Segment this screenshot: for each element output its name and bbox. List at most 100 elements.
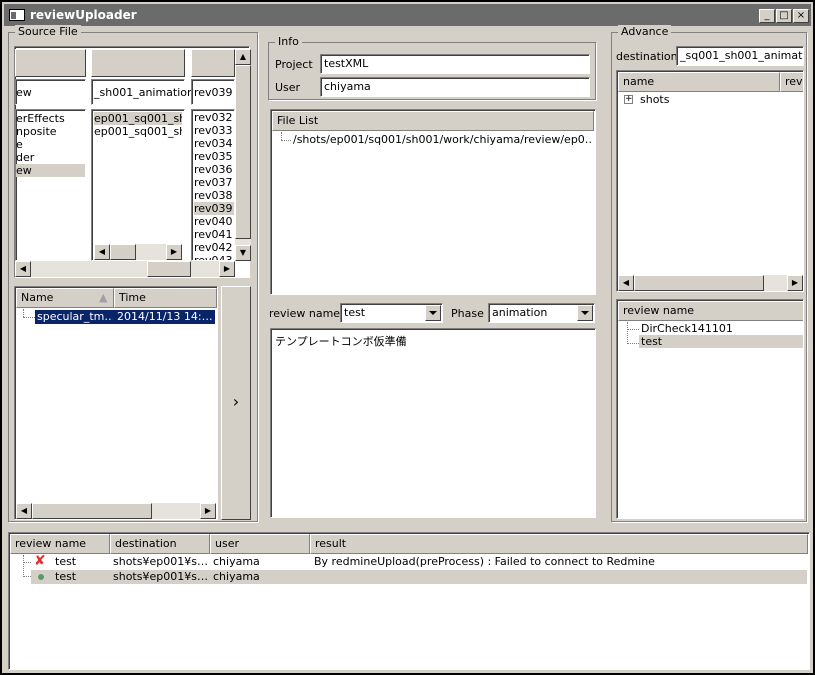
list-item[interactable]: rev042 <box>194 241 233 254</box>
table-row[interactable]: ✘ test shots¥ep001¥s… chiyama By redmine… <box>31 554 807 569</box>
list-item[interactable]: DirCheck141101 <box>641 322 733 335</box>
tree-connector <box>281 132 282 140</box>
scroll-left-icon[interactable]: ◀ <box>16 503 32 519</box>
review-name-combo[interactable]: test <box>340 303 443 323</box>
column-header-label: Name <box>21 291 54 304</box>
project-field[interactable]: testXML <box>320 54 590 74</box>
list-item[interactable]: e <box>16 138 85 151</box>
tree-connector <box>23 555 24 577</box>
list-item[interactable]: ep001_sq001_sh001 <box>94 125 182 138</box>
list-item[interactable]: rev038 <box>194 189 233 202</box>
tree-connector <box>23 309 24 317</box>
list-item[interactable]: rev037 <box>194 176 233 189</box>
browser-vscrollbar[interactable]: ▲ ▼ <box>235 49 251 261</box>
scroll-down-icon[interactable]: ▼ <box>235 245 251 261</box>
list-item[interactable]: /shots/ep001/sq001/sh001/work/chiyama/re… <box>293 133 593 146</box>
destination-hscrollbar[interactable]: ◀ ▶ <box>618 275 803 291</box>
review-name-value: test <box>344 306 366 319</box>
scroll-thumb[interactable] <box>32 503 152 519</box>
browser-hscrollbar[interactable]: ◀ ▶ <box>15 261 235 277</box>
list-item[interactable]: rev034 <box>194 137 233 150</box>
scroll-right-icon[interactable]: ▶ <box>200 503 216 519</box>
scroll-up-icon[interactable]: ▲ <box>235 49 251 65</box>
column-header-destination[interactable]: destination <box>110 534 210 554</box>
result-user: chiyama <box>213 570 260 583</box>
column-browser: ew erEffects nposite e der ew _sh001_ani… <box>14 46 251 278</box>
col1-path[interactable]: ew <box>15 79 86 105</box>
destination-field[interactable]: _sq001_sh001_animation <box>676 46 804 66</box>
list-item[interactable]: erEffects <box>16 112 85 125</box>
scroll-right-icon[interactable]: ▶ <box>166 244 182 260</box>
col2-hscrollbar[interactable]: ◀ ▶ <box>94 244 182 260</box>
file-list-header[interactable]: File List <box>272 111 594 131</box>
results-table: review name destination user result ✘ te… <box>8 532 810 670</box>
title-bar[interactable]: reviewUploader _ □ × <box>4 4 811 26</box>
expand-icon[interactable]: + <box>624 95 633 104</box>
comment-textarea[interactable]: テンプレートコンボ仮準備 <box>270 328 596 518</box>
col1-list[interactable]: erEffects nposite e der ew <box>15 109 86 261</box>
list-item[interactable]: rev041 <box>194 228 233 241</box>
list-item-selected[interactable]: rev039 <box>194 202 234 215</box>
column-header-name[interactable]: name <box>618 72 780 92</box>
chevron-down-icon[interactable] <box>577 305 593 321</box>
user-field[interactable]: chiyama <box>320 77 590 97</box>
maximize-button[interactable]: □ <box>776 9 792 23</box>
tree-connector <box>23 562 31 563</box>
table-row[interactable]: specular_tm… 2014/11/13 14:… <box>35 310 215 324</box>
scroll-left-icon[interactable]: ◀ <box>618 275 634 291</box>
col2-path[interactable]: _sh001_animation <box>91 79 194 105</box>
phase-value: animation <box>492 306 548 319</box>
add-to-file-list-button[interactable]: › <box>221 286 251 520</box>
list-item-selected[interactable]: test <box>639 335 803 348</box>
destination-label: destination <box>616 50 678 63</box>
chevron-down-icon[interactable] <box>425 305 441 321</box>
col3-path[interactable]: rev039 <box>191 79 235 105</box>
list-item[interactable]: rev040 <box>194 215 233 228</box>
list-item[interactable]: rev033 <box>194 124 233 137</box>
table-row-selected[interactable]: test shots¥ep001¥s… chiyama <box>31 570 807 584</box>
result-review-name: test <box>55 570 77 583</box>
result-message: By redmineUpload(preProcess) : Failed to… <box>314 555 655 568</box>
file-table-hscrollbar[interactable]: ◀ ▶ <box>16 503 216 519</box>
chevron-right-icon: › <box>232 392 240 411</box>
column-header-result[interactable]: result <box>310 534 808 554</box>
phase-combo[interactable]: animation <box>488 303 595 323</box>
scroll-right-icon[interactable]: ▶ <box>219 261 235 277</box>
project-label: Project <box>275 58 313 71</box>
list-item[interactable]: rev032 <box>194 111 233 124</box>
column-header-label: Time <box>119 291 146 304</box>
list-item[interactable]: der <box>16 151 85 164</box>
sort-ascending-icon: ▲ <box>99 291 108 304</box>
list-item-selected[interactable]: ep001_sq001_sh001 <box>94 112 182 125</box>
list-item[interactable]: rev035 <box>194 150 233 163</box>
list-item[interactable]: nposite <box>16 125 85 138</box>
scroll-right-icon[interactable]: ▶ <box>787 275 803 291</box>
col1-current: ew <box>16 86 32 99</box>
list-item[interactable]: rev043 <box>194 254 233 260</box>
scroll-thumb[interactable] <box>147 261 191 277</box>
list-item[interactable]: rev036 <box>194 163 233 176</box>
col2-list[interactable]: ep001_sq001_sh001 ep001_sq001_sh001 ◀ ▶ <box>91 109 185 261</box>
scroll-thumb[interactable] <box>634 275 764 291</box>
column-header-name[interactable]: Name ▲ <box>16 288 114 308</box>
col3-list[interactable]: rev032 rev033 rev034 rev035 rev036 rev03… <box>191 109 235 261</box>
scroll-thumb[interactable] <box>235 65 251 239</box>
scroll-left-icon[interactable]: ◀ <box>94 244 110 260</box>
result-user: chiyama <box>213 555 260 568</box>
column-header-time[interactable]: Time <box>114 288 217 308</box>
close-button[interactable]: × <box>793 9 809 23</box>
list-item-selected[interactable]: ew <box>16 164 85 177</box>
result-review-name: test <box>55 555 77 568</box>
minimize-button[interactable]: _ <box>759 9 775 23</box>
file-list: File List /shots/ep001/sq001/sh001/work/… <box>270 109 596 295</box>
column-header-rev[interactable]: rev <box>780 72 803 92</box>
app-icon <box>9 9 25 21</box>
tree-connector <box>627 343 639 344</box>
scroll-left-icon[interactable]: ◀ <box>15 261 31 277</box>
tree-item-shots[interactable]: shots <box>640 93 669 106</box>
review-name-header[interactable]: review name <box>618 301 803 321</box>
column-header-review-name[interactable]: review name <box>10 534 110 554</box>
col2-current: _sh001_animation <box>94 86 194 99</box>
column-header-user[interactable]: user <box>210 534 310 554</box>
scroll-thumb[interactable] <box>110 244 136 260</box>
